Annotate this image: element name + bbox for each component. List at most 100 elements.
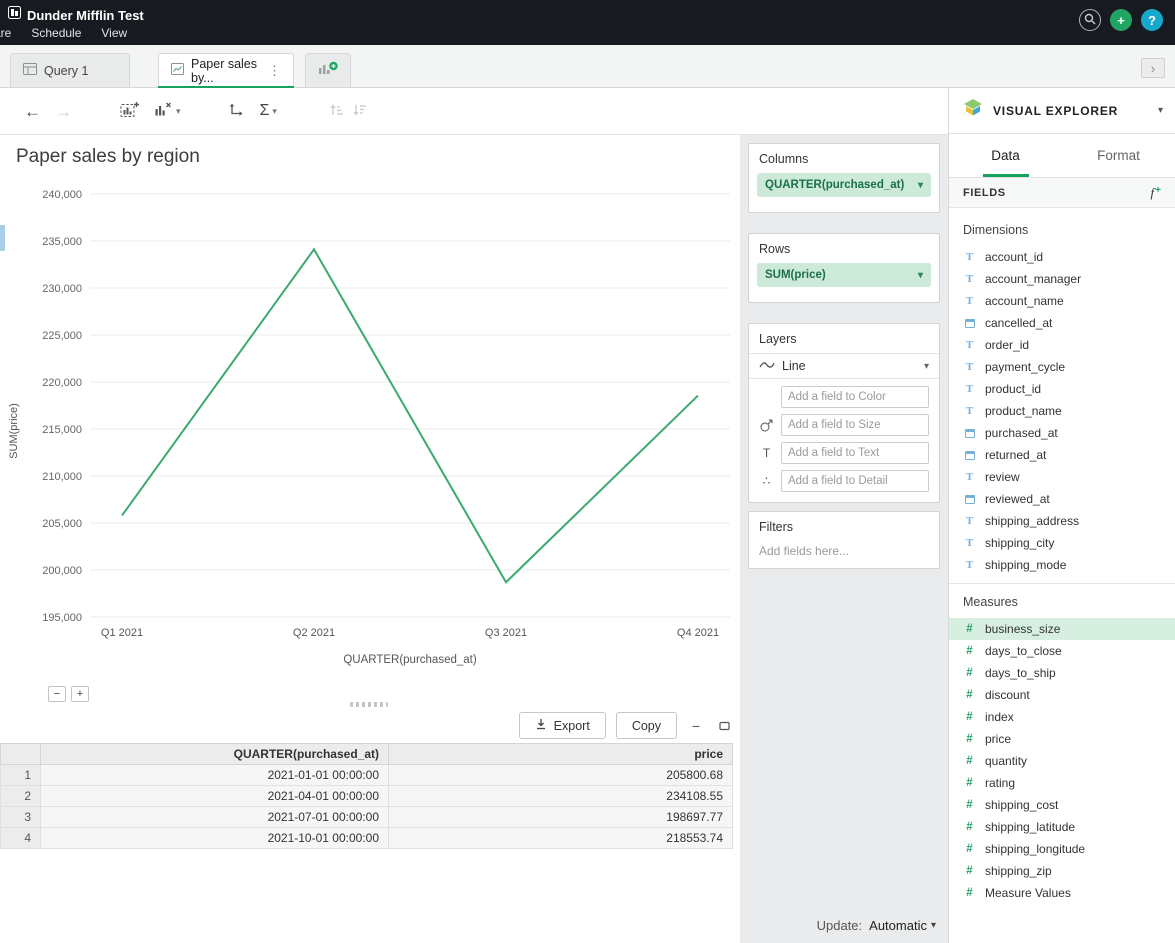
measure-item[interactable]: #quantity — [949, 750, 1175, 772]
table-row[interactable]: 22021-04-01 00:00:00234108.55 — [1, 786, 733, 807]
menu-item[interactable]: View — [101, 26, 127, 40]
measure-item[interactable]: #days_to_close — [949, 640, 1175, 662]
measure-item[interactable]: #Measure Values — [949, 882, 1175, 904]
field-label: index — [985, 710, 1014, 724]
add-visualization-button[interactable] — [120, 101, 140, 121]
x-axis-title: QUARTER(purchased_at) — [343, 654, 477, 666]
tab-format[interactable]: Format — [1062, 134, 1175, 177]
expand-tabs-button[interactable]: › — [1141, 58, 1165, 78]
undo-button[interactable]: ← — [24, 103, 41, 120]
row-number-cell: 3 — [1, 807, 41, 828]
measure-item[interactable]: #discount — [949, 684, 1175, 706]
resize-handle[interactable] — [350, 702, 388, 707]
zoom-in-button[interactable]: + — [71, 686, 89, 702]
table-row[interactable]: 42021-10-01 00:00:00218553.74 — [1, 828, 733, 849]
question-icon: ? — [1148, 13, 1156, 28]
measure-item[interactable]: #shipping_longitude — [949, 838, 1175, 860]
update-value: Automatic — [869, 918, 927, 933]
tab-data[interactable]: Data — [949, 134, 1062, 177]
detail-slot: ∴ — [749, 467, 939, 495]
measure-item[interactable]: #index — [949, 706, 1175, 728]
quarter-cell: 2021-04-01 00:00:00 — [41, 786, 389, 807]
layer-type-select[interactable]: Line ▾ — [749, 353, 939, 379]
tab-query-1[interactable]: Query 1 — [10, 53, 130, 87]
dimension-item[interactable]: Taccount_id — [949, 246, 1175, 268]
filters-shelf: Filters Add fields here... — [748, 511, 940, 569]
brand: Dunder Mifflin Test — [8, 6, 144, 24]
visual-explorer-title: VISUAL EXPLORER — [993, 104, 1118, 118]
measure-item[interactable]: #days_to_ship — [949, 662, 1175, 684]
add-field-to-color-input[interactable] — [781, 386, 929, 408]
measure-item[interactable]: #price — [949, 728, 1175, 750]
sort-ascending-button[interactable] — [329, 103, 344, 120]
field-pill-rows[interactable]: SUM(price) ▾ — [757, 263, 931, 287]
caret-down-icon[interactable]: ▾ — [918, 270, 923, 281]
dimension-item[interactable]: cancelled_at — [949, 312, 1175, 334]
collapse-table-button[interactable]: − — [687, 717, 705, 735]
new-chart-tab[interactable] — [305, 53, 351, 87]
dimension-item[interactable]: Tproduct_id — [949, 378, 1175, 400]
calendar-icon — [963, 429, 976, 438]
layers-shelf: Layers Line ▾ T∴ — [748, 323, 940, 503]
measure-item[interactable]: #shipping_zip — [949, 860, 1175, 882]
menu-item[interactable]: Schedule — [31, 26, 81, 40]
measure-item[interactable]: #shipping_latitude — [949, 816, 1175, 838]
redo-button[interactable]: → — [55, 103, 72, 120]
measure-item[interactable]: #shipping_cost — [949, 794, 1175, 816]
chart-area[interactable]: SUM(price) 195,000200,000205,000210,0002… — [0, 180, 740, 690]
swap-axes-button[interactable] — [227, 102, 244, 121]
shelf-panel: Columns QUARTER(purchased_at) ▾ Rows SUM… — [740, 135, 948, 943]
caret-down-icon[interactable]: ▾ — [918, 180, 923, 191]
table-row[interactable]: 32021-07-01 00:00:00198697.77 — [1, 807, 733, 828]
y-tick-label: 240,000 — [42, 189, 82, 201]
dimension-item[interactable]: Tshipping_mode — [949, 554, 1175, 576]
sort-descending-button[interactable] — [352, 103, 367, 120]
dimension-item[interactable]: Tproduct_name — [949, 400, 1175, 422]
menu-item[interactable]: are — [0, 26, 11, 40]
zoom-out-button[interactable]: − — [48, 686, 66, 702]
table-row[interactable]: 12021-01-01 00:00:00205800.68 — [1, 765, 733, 786]
add-field-to-detail-input[interactable] — [781, 470, 929, 492]
help-button[interactable]: ? — [1141, 9, 1163, 31]
plus-icon: + — [1155, 185, 1161, 196]
number-field-icon: # — [963, 755, 976, 767]
line-chart[interactable]: 195,000200,000205,000210,000215,000220,0… — [30, 180, 735, 675]
dimension-item[interactable]: Tpayment_cycle — [949, 356, 1175, 378]
search-button[interactable] — [1079, 9, 1101, 31]
field-label: returned_at — [985, 448, 1046, 462]
remove-chart-button[interactable]: ▾ — [154, 101, 181, 121]
dimension-item[interactable]: Taccount_manager — [949, 268, 1175, 290]
aggregate-button[interactable]: Σ ▾ — [260, 103, 277, 119]
tab-menu-icon[interactable]: ⋮ — [268, 63, 281, 79]
add-field-to-text-input[interactable] — [781, 442, 929, 464]
text-slot: T — [749, 439, 939, 467]
columns-shelf: Columns QUARTER(purchased_at) ▾ — [748, 143, 940, 213]
dimension-item[interactable]: Tshipping_address — [949, 510, 1175, 532]
dimension-item[interactable]: Treview — [949, 466, 1175, 488]
filters-dropzone[interactable]: Add fields here... — [749, 541, 939, 568]
field-pill-columns[interactable]: QUARTER(purchased_at) ▾ — [757, 173, 931, 197]
copy-button[interactable]: Copy — [616, 712, 677, 739]
measure-item[interactable]: #rating — [949, 772, 1175, 794]
calendar-icon — [963, 319, 976, 328]
dimension-item[interactable]: Tshipping_city — [949, 532, 1175, 554]
export-button[interactable]: Export — [519, 712, 606, 739]
measure-item[interactable]: #business_size — [949, 618, 1175, 640]
tab-paper-sales[interactable]: Paper sales by... ⋮ — [158, 53, 294, 87]
update-mode-select[interactable]: Automatic ▾ — [869, 918, 936, 933]
viz-title: Paper sales by region — [16, 146, 200, 168]
add-field-to-size-input[interactable] — [781, 414, 929, 436]
dimension-item[interactable]: Torder_id — [949, 334, 1175, 356]
visual-explorer-header[interactable]: VISUAL EXPLORER ▾ — [949, 88, 1175, 134]
caret-down-icon[interactable]: ▾ — [1158, 105, 1163, 116]
dimension-item[interactable]: purchased_at — [949, 422, 1175, 444]
add-button[interactable]: + — [1110, 9, 1132, 31]
dimension-item[interactable]: returned_at — [949, 444, 1175, 466]
expand-table-button[interactable] — [715, 717, 733, 735]
calendar-icon — [963, 451, 976, 460]
column-header-quarter[interactable]: QUARTER(purchased_at) — [41, 744, 389, 765]
column-header-price[interactable]: price — [389, 744, 733, 765]
add-formula-button[interactable]: f+ — [1151, 185, 1161, 201]
dimension-item[interactable]: Taccount_name — [949, 290, 1175, 312]
dimension-item[interactable]: reviewed_at — [949, 488, 1175, 510]
